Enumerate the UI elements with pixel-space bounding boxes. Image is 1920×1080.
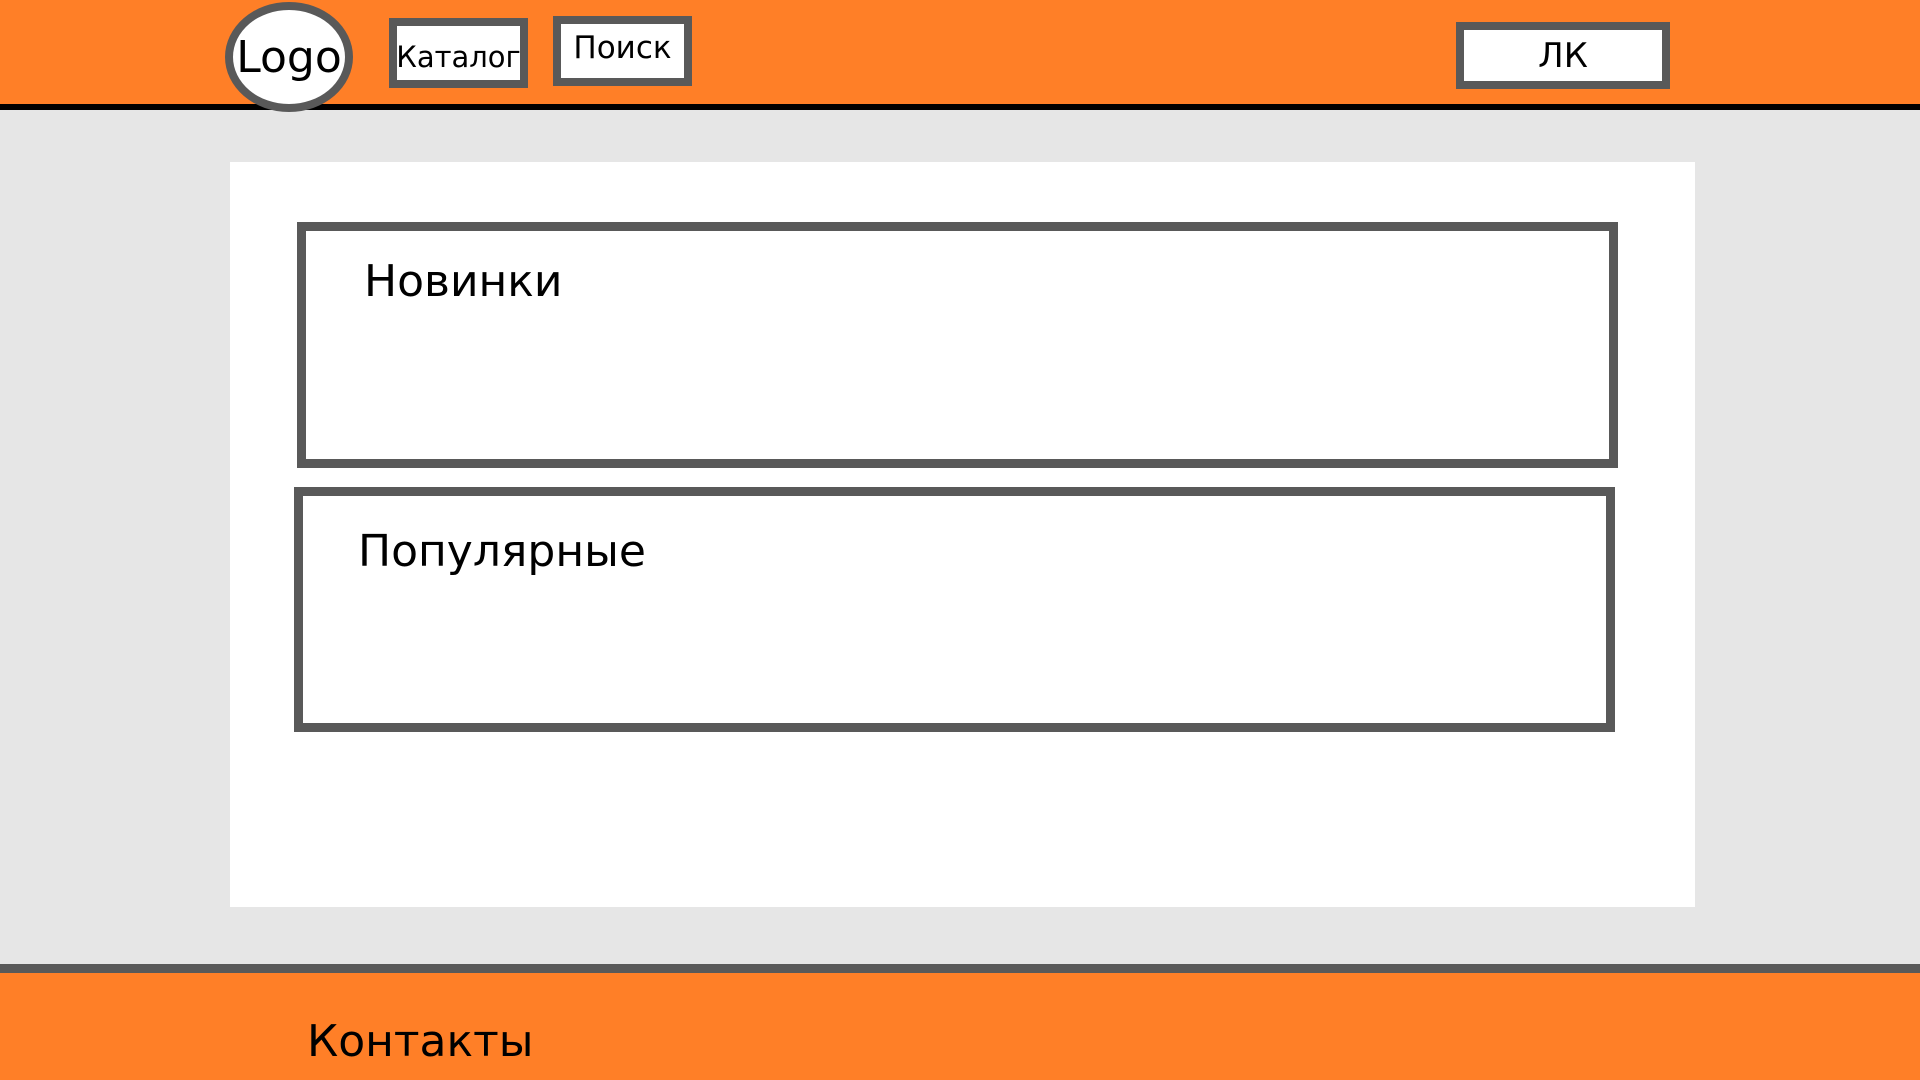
- account-button-label: ЛК: [1538, 35, 1588, 76]
- section-title: Новинки: [364, 256, 563, 307]
- section-title: Популярные: [358, 526, 646, 577]
- new-items-section: Новинки: [297, 222, 1618, 468]
- catalog-button-label: Каталог: [396, 40, 521, 74]
- search-button-label: Поиск: [573, 30, 672, 66]
- account-button[interactable]: ЛК: [1456, 22, 1670, 89]
- catalog-button[interactable]: Каталог: [389, 18, 528, 88]
- logo[interactable]: Logo: [225, 2, 353, 112]
- search-button[interactable]: Поиск: [553, 16, 692, 86]
- logo-text: Logo: [236, 31, 342, 83]
- main-content: Новинки Популярные: [230, 162, 1695, 907]
- contacts-link[interactable]: Контакты: [307, 1016, 533, 1067]
- page: Logo Каталог Поиск ЛК Новинки Популярные…: [0, 0, 1920, 1080]
- popular-items-section: Популярные: [294, 487, 1615, 732]
- site-header: Logo Каталог Поиск ЛК: [0, 0, 1920, 112]
- site-footer: Контакты: [0, 964, 1920, 1080]
